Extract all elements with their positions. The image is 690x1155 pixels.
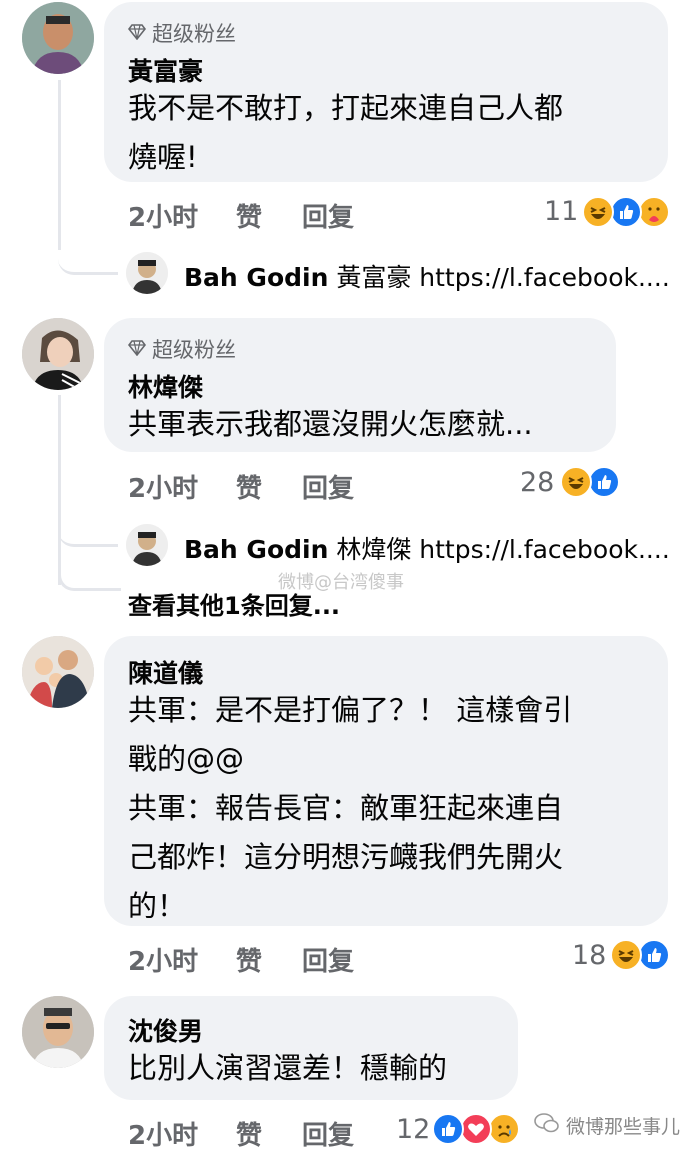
- wechat-icon: [534, 1112, 560, 1139]
- like-reaction-icon: [432, 1113, 464, 1145]
- like-reaction-icon: [610, 196, 642, 228]
- timestamp[interactable]: 2小时: [128, 197, 198, 234]
- comment-author[interactable]: 林煒傑: [128, 368, 203, 404]
- reply-author[interactable]: Bah Godin: [184, 535, 328, 564]
- reply-author[interactable]: Bah Godin: [184, 263, 328, 292]
- avatar[interactable]: [22, 636, 94, 708]
- reply-connector: [58, 512, 118, 547]
- haha-reaction-icon: [560, 466, 592, 498]
- comment-text: 共軍：是不是打偏了？！ 這樣會引 戰的@@ 共軍：報告長官：敵軍狂起來連自 己都…: [128, 693, 573, 923]
- haha-reaction-icon: [582, 196, 614, 228]
- comment-text: 共軍表示我都還沒開火怎麼就...: [128, 407, 533, 441]
- timestamp[interactable]: 2小时: [128, 1115, 198, 1152]
- avatar[interactable]: [126, 524, 168, 566]
- reaction-count[interactable]: 12: [396, 1114, 430, 1145]
- reply-button[interactable]: 回复: [302, 1115, 354, 1152]
- reply-preview[interactable]: Bah Godin 黃富豪 https://l.facebook....: [184, 258, 670, 294]
- like-reaction-icon: [638, 939, 670, 971]
- timestamp[interactable]: 2小时: [128, 941, 198, 978]
- avatar[interactable]: [22, 996, 94, 1068]
- reaction-count[interactable]: 28: [520, 467, 554, 498]
- like-button[interactable]: 赞: [236, 197, 262, 234]
- like-button[interactable]: 赞: [236, 941, 262, 978]
- comment-text: 我不是不敢打，打起來連自己人都 燒喔!: [128, 91, 564, 174]
- reply-connector: [58, 560, 121, 591]
- care-reaction-icon: [638, 196, 670, 228]
- sad-reaction-icon: [488, 1113, 520, 1145]
- top-fan-badge: 超级粉丝: [127, 18, 236, 48]
- top-fan-badge: 超级粉丝: [127, 334, 236, 364]
- reaction-count[interactable]: 11: [544, 196, 578, 227]
- avatar[interactable]: [22, 318, 94, 390]
- comment-text: 比別人演習還差！穩輸的: [128, 1051, 448, 1085]
- diamond-icon: [127, 337, 147, 361]
- reaction-count[interactable]: 18: [572, 940, 606, 971]
- watermark: 微博@台湾傻事: [278, 572, 404, 593]
- thread-line: [58, 80, 61, 250]
- reply-button[interactable]: 回复: [302, 941, 354, 978]
- reply-preview[interactable]: Bah Godin 林煒傑 https://l.facebook....: [184, 530, 670, 566]
- comment-author[interactable]: 沈俊男: [128, 1012, 203, 1048]
- like-button[interactable]: 赞: [236, 468, 262, 505]
- comment-author[interactable]: 陳道儀: [128, 654, 203, 690]
- comment-author[interactable]: 黃富豪: [128, 52, 203, 88]
- avatar[interactable]: [22, 2, 94, 74]
- like-reaction-icon: [588, 466, 620, 498]
- reply-connector: [58, 240, 118, 275]
- watermark-corner: 微博那些事儿: [534, 1112, 680, 1139]
- reply-button[interactable]: 回复: [302, 197, 354, 234]
- haha-reaction-icon: [610, 939, 642, 971]
- timestamp[interactable]: 2小时: [128, 468, 198, 505]
- reply-snippet: 黃富豪 https://l.facebook....: [328, 263, 670, 292]
- thread-line: [58, 395, 61, 585]
- love-reaction-icon: [460, 1113, 492, 1145]
- avatar[interactable]: [126, 252, 168, 294]
- reply-snippet: 林煒傑 https://l.facebook....: [328, 535, 670, 564]
- like-button[interactable]: 赞: [236, 1115, 262, 1152]
- diamond-icon: [127, 21, 147, 45]
- reply-button[interactable]: 回复: [302, 468, 354, 505]
